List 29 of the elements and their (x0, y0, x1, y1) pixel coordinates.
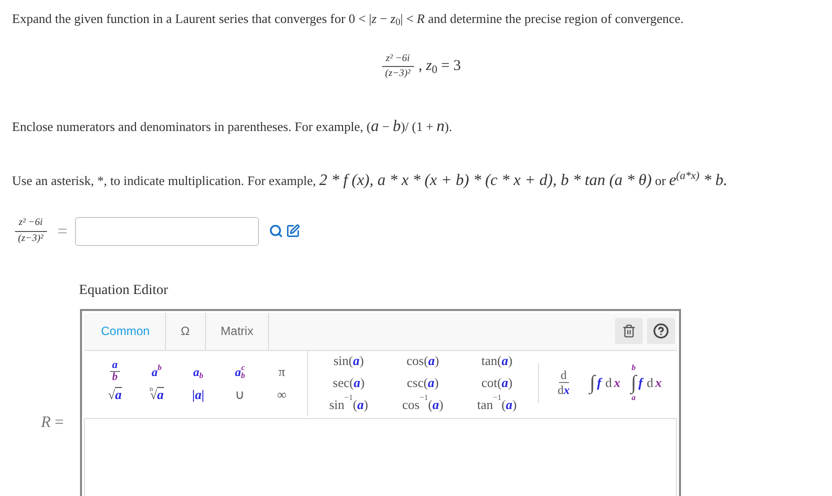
question-text: Expand the given function in a Laurent series that converges for 0 < |z − z$_{0}$| < R and determine the precise region of convergence. (12, 10, 685, 28)
palette-function[interactable]: cos(a) (388, 350, 458, 372)
hint-text: Enclose numerators and denominators in parentheses. For example, (a − b)/ (1 + n). (12, 116, 454, 136)
palette-derivative[interactable]: d dx (544, 369, 582, 396)
result-label: R = (41, 413, 64, 433)
answer-fraction: z² −6i (z−3)² (14, 217, 48, 245)
answer-field[interactable] (75, 216, 260, 246)
palette-fraction[interactable]: a b (96, 360, 134, 383)
function-center: , z$_{0}$ = 3 (418, 57, 461, 78)
help-icon (653, 323, 669, 339)
editor-title: Equation Editor (79, 282, 170, 300)
equals-sign: = (57, 220, 68, 242)
palette-integral[interactable]: ∫f dx (586, 370, 624, 394)
delete-button[interactable] (615, 318, 643, 344)
palette-function[interactable]: sec(a) (314, 372, 384, 394)
search-icon[interactable] (269, 224, 284, 238)
trash-icon (622, 324, 636, 338)
palette-function[interactable]: sin(a) (314, 350, 384, 372)
editor-tab[interactable]: Ω (166, 312, 206, 350)
result-field[interactable] (84, 418, 677, 496)
help-button[interactable] (647, 318, 675, 344)
hint-text: Use an asterisk, *, to indicate multiplication. For example, 2 * f (x), a * x * (x + b) * (c * x + d), b * tan (a * θ) or e$^{(a*x)}$ * b. (12, 169, 728, 190)
palette-function[interactable]: cot(a) (462, 372, 532, 394)
edit-icon[interactable] (286, 224, 300, 238)
palette-function[interactable]: csc(a) (388, 372, 458, 394)
editor-tab[interactable]: Matrix (206, 312, 270, 350)
palette-integral[interactable]: b ∫ a f dx (628, 362, 665, 402)
function-fraction: z² −6i (z−3)² (381, 52, 414, 80)
palette-function[interactable]: tan(a) (462, 350, 532, 372)
